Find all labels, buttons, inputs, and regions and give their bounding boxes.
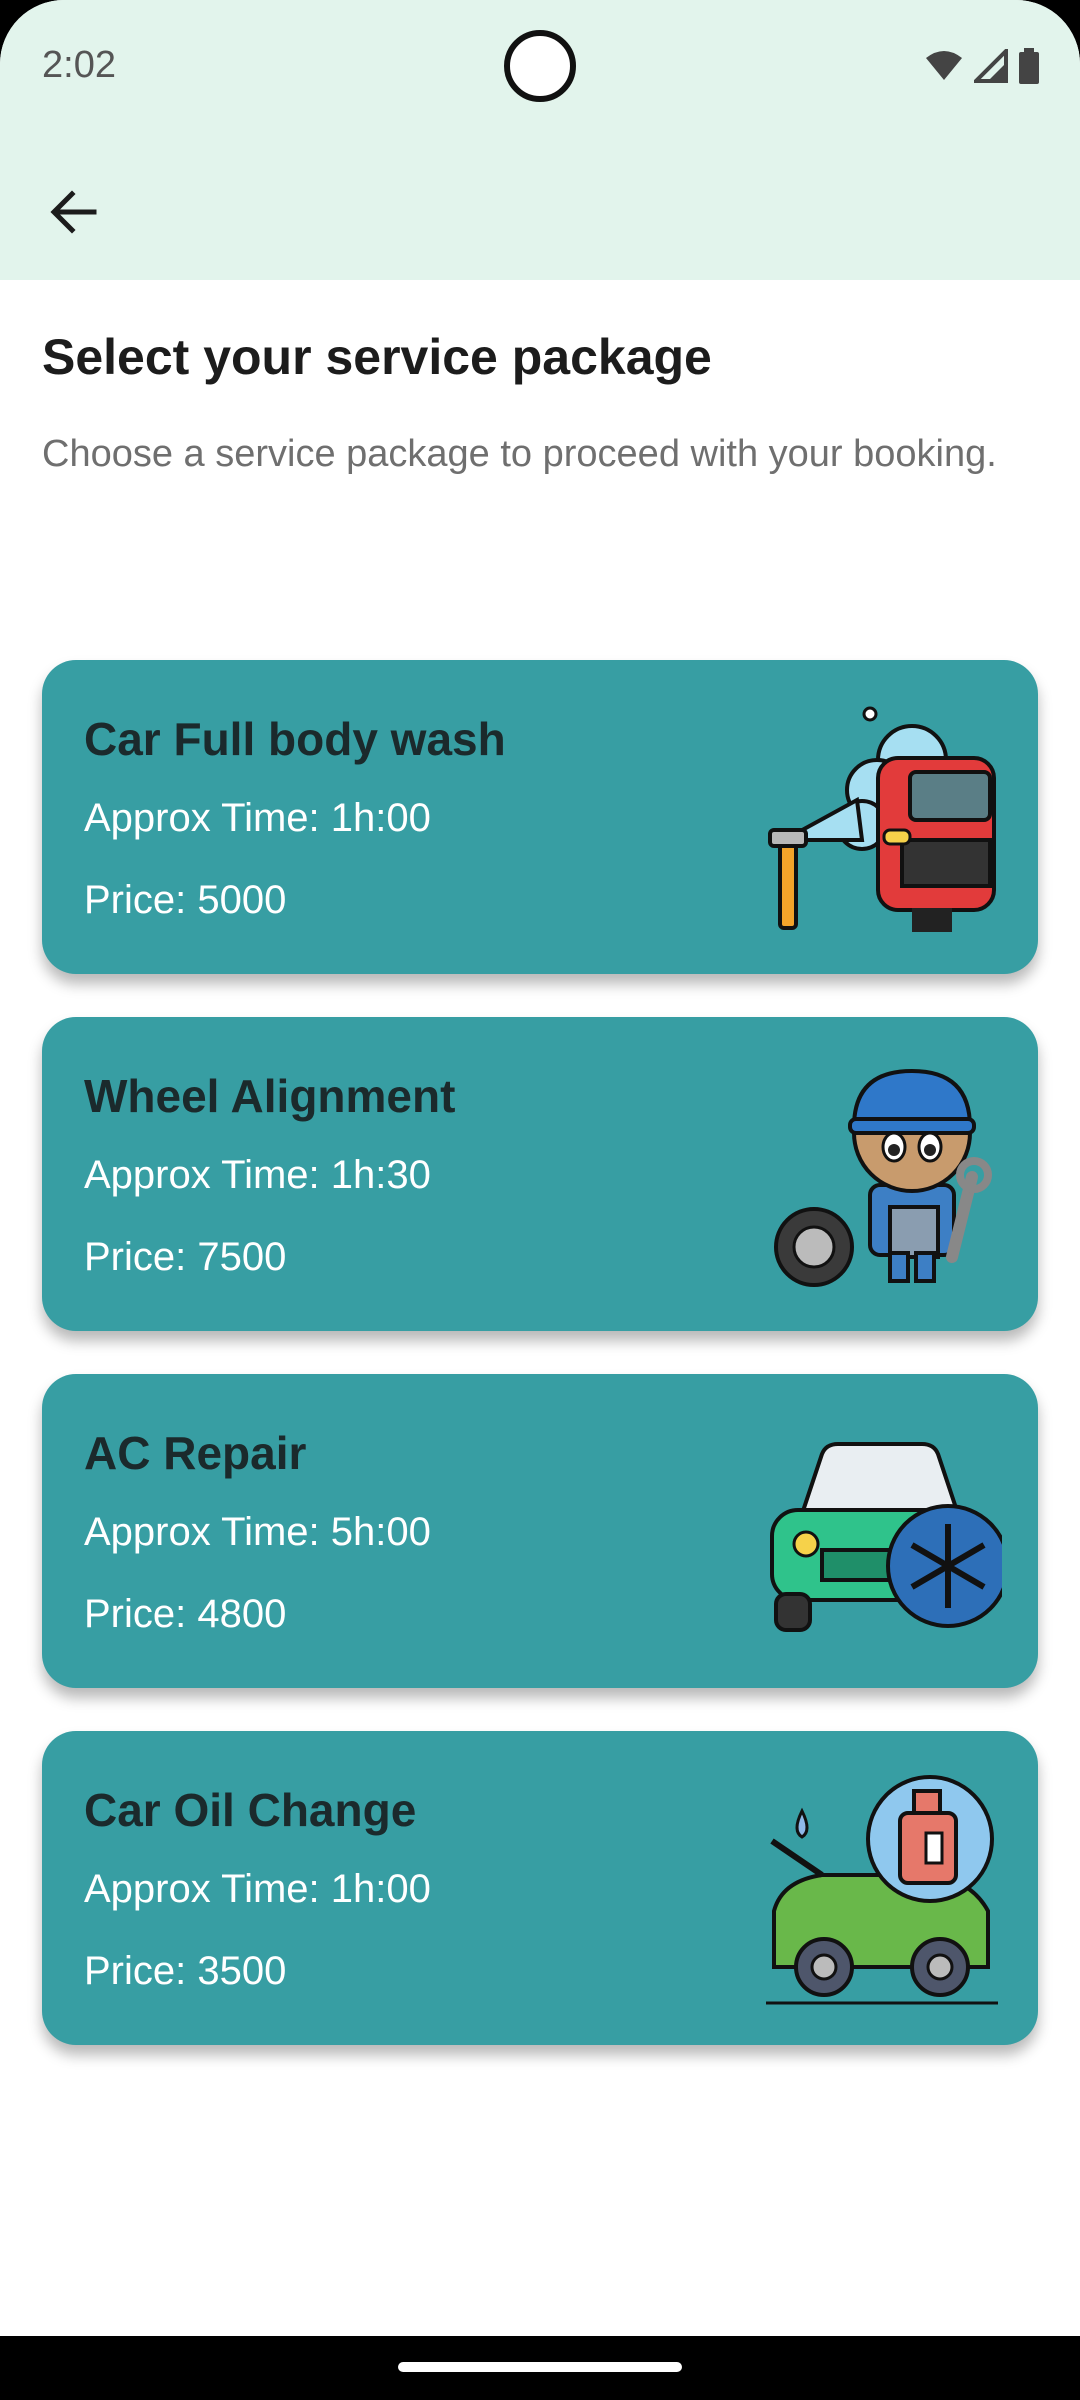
package-card-wheel-alignment[interactable]: Wheel Alignment Approx Time: 1h:30 Price… <box>42 1017 1038 1331</box>
status-icons <box>924 46 1040 86</box>
package-price: Price: 5000 <box>84 878 287 922</box>
package-name: Wheel Alignment <box>84 1070 456 1122</box>
package-card-ac-repair[interactable]: AC Repair Approx Time: 5h:00 Price: 4800 <box>42 1374 1038 1688</box>
package-price: Price: 3500 <box>84 1949 287 1993</box>
package-price: Price: 7500 <box>84 1235 287 1279</box>
status-time: 2:02 <box>42 44 116 86</box>
mechanic-icon <box>774 1068 992 1287</box>
battery-icon <box>1019 48 1039 84</box>
page-title: Select your service package <box>42 329 712 385</box>
arrow-left-icon <box>50 190 97 234</box>
signal-icon <box>974 49 1008 83</box>
app-bar <box>0 132 1080 280</box>
camera-cutout <box>504 30 576 102</box>
package-name: AC Repair <box>84 1427 307 1479</box>
car-oil-icon <box>766 1775 998 2005</box>
phone-screen: 2:02 Select your service package Choose … <box>0 0 1080 2400</box>
car-wash-icon <box>768 706 996 932</box>
package-time: Approx Time: 1h:30 <box>84 1153 431 1197</box>
status-bar: 2:02 <box>0 0 1080 132</box>
back-button[interactable] <box>34 172 114 252</box>
package-time: Approx Time: 1h:00 <box>84 1867 431 1911</box>
package-card-oil-change[interactable]: Car Oil Change Approx Time: 1h:00 Price:… <box>42 1731 1038 2045</box>
wifi-icon <box>926 51 962 80</box>
package-time: Approx Time: 1h:00 <box>84 796 431 840</box>
car-ac-icon <box>770 1442 1002 1632</box>
home-indicator[interactable] <box>398 2362 682 2372</box>
package-card-full-body-wash[interactable]: Car Full body wash Approx Time: 1h:00 Pr… <box>42 660 1038 974</box>
package-price: Price: 4800 <box>84 1592 287 1636</box>
page-subtitle: Choose a service package to proceed with… <box>42 433 997 475</box>
package-time: Approx Time: 5h:00 <box>84 1510 431 1554</box>
package-name: Car Oil Change <box>84 1784 417 1836</box>
package-name: Car Full body wash <box>84 713 506 765</box>
